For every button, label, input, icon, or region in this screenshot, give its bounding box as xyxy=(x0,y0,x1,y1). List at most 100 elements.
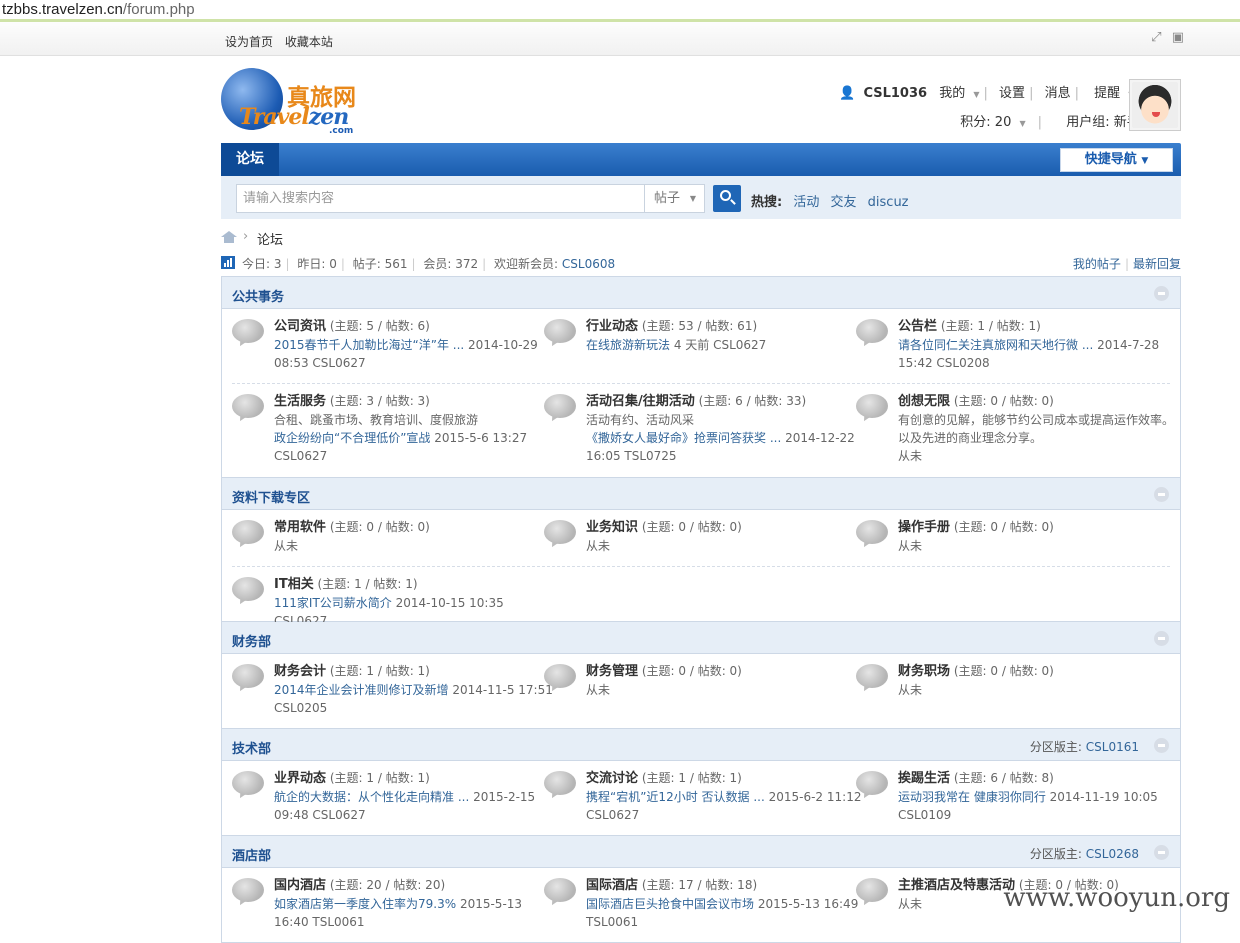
latest-replies-link[interactable]: 最新回复 xyxy=(1133,257,1181,271)
address-domain: tzbbs.travelzen.cn xyxy=(2,1,123,18)
hot-search-link[interactable]: discuz xyxy=(868,195,909,210)
last-post-link[interactable]: 政企纷纷向“不合理低价”宣战 xyxy=(274,431,430,445)
bookmark-link[interactable]: 收藏本站 xyxy=(285,35,333,49)
forum-name-link[interactable]: 行业动态 xyxy=(586,319,638,334)
moderator-link[interactable]: CSL0268 xyxy=(1086,847,1139,861)
forum-name-link[interactable]: 国内酒店 xyxy=(274,878,326,893)
stat-welcome: 欢迎新会员: xyxy=(494,257,562,271)
collapse-icon[interactable] xyxy=(1154,845,1169,860)
collapse-icon[interactable] xyxy=(1154,286,1169,301)
my-menu[interactable]: 我的 ▼ xyxy=(935,86,979,101)
main-nav: 论坛 快捷导航 ▼ xyxy=(221,143,1181,176)
speech-bubble-icon xyxy=(544,878,576,906)
forum-name-link[interactable]: 挨踢生活 xyxy=(898,771,950,786)
category-title[interactable]: 资料下载专区 xyxy=(232,487,310,506)
quick-nav-button[interactable]: 快捷导航 ▼ xyxy=(1060,148,1173,172)
search-type-select[interactable]: 帖子▼ xyxy=(644,184,705,213)
category-body: 公司资讯 (主题: 5 / 帖数: 6)2015春节千人加勒比海过“洋”年 ..… xyxy=(222,309,1180,478)
last-post-meta: 从未 xyxy=(586,539,610,553)
last-post: 2014年企业会计准则修订及新增 2014-11-5 17:51 CSL0205 xyxy=(274,681,554,717)
last-post: 航企的大数据：从个性化走向精准 ... 2015-2-15 09:48 CSL0… xyxy=(274,788,554,824)
color-theme-icon[interactable]: ▣ xyxy=(1172,30,1184,45)
forum-counts: (主题: 3 / 帖数: 3) xyxy=(330,394,430,408)
collapse-icon[interactable] xyxy=(1154,738,1169,753)
messages-link[interactable]: 消息 xyxy=(1045,86,1071,101)
avatar[interactable] xyxy=(1129,79,1181,131)
breadcrumb-current[interactable]: 论坛 xyxy=(257,229,283,248)
user-icon: 👤 xyxy=(839,86,855,101)
forum-name-link[interactable]: 业务知识 xyxy=(586,520,638,535)
search-button[interactable] xyxy=(713,185,741,212)
address-bar[interactable]: tzbbs.travelzen.cn/forum.php xyxy=(0,0,1240,22)
last-post-meta: 从未 xyxy=(898,683,922,697)
forum-row: 财务会计 (主题: 1 / 帖数: 1)2014年企业会计准则修订及新增 201… xyxy=(222,654,1180,728)
forum-name-link[interactable]: 公告栏 xyxy=(898,319,937,334)
forum-description: 活动有约、活动风采 xyxy=(586,411,866,429)
category-title[interactable]: 技术部 xyxy=(232,738,271,757)
last-post-link[interactable]: 携程“宕机”近12小时 否认数据 ... xyxy=(586,790,765,804)
moderator-link[interactable]: CSL0161 xyxy=(1086,740,1139,754)
forum-name-link[interactable]: 公司资讯 xyxy=(274,319,326,334)
last-post-link[interactable]: 国际酒店巨头抢食中国会议市场 xyxy=(586,897,754,911)
category-moderators: 分区版主: CSL0161 xyxy=(1030,738,1139,755)
category-title[interactable]: 财务部 xyxy=(232,631,271,650)
points-menu[interactable]: 积分: 20 ▼ xyxy=(956,115,1025,130)
hot-search-link[interactable]: 交友 xyxy=(831,195,857,210)
set-homepage-link[interactable]: 设为首页 xyxy=(225,35,273,49)
collapse-icon[interactable] xyxy=(1154,487,1169,502)
last-post-link[interactable]: 如家酒店第一季度入住率为79.3% xyxy=(274,897,456,911)
forum-name-link[interactable]: 常用软件 xyxy=(274,520,326,535)
settings-link[interactable]: 设置 xyxy=(999,86,1025,101)
tab-forum[interactable]: 论坛 xyxy=(221,143,279,176)
forum-row: IT相关 (主题: 1 / 帖数: 1)111家IT公司薪水简介 2014-10… xyxy=(222,567,1180,621)
last-post-link[interactable]: 在线旅游新玩法 xyxy=(586,338,670,352)
stat-yesterday: 昨日: 0 xyxy=(297,257,337,271)
search-bar: 请输入搜索内容 帖子▼ 热搜: 活动 交友 discuz xyxy=(221,176,1181,219)
forum-name-link[interactable]: 财务管理 xyxy=(586,664,638,679)
forum-name-link[interactable]: 交流讨论 xyxy=(586,771,638,786)
last-post-link[interactable]: 111家IT公司薪水简介 xyxy=(274,596,392,610)
speech-bubble-icon xyxy=(856,520,888,548)
forum-counts: (主题: 1 / 帖数: 1) xyxy=(642,771,742,785)
forum-name-link[interactable]: 操作手册 xyxy=(898,520,950,535)
category-header: 资料下载专区 xyxy=(222,478,1180,510)
speech-bubble-icon xyxy=(232,394,264,422)
collapse-icon[interactable] xyxy=(1154,631,1169,646)
last-post: 2015春节千人加勒比海过“洋”年 ... 2014-10-29 08:53 C… xyxy=(274,336,554,372)
reminders-menu[interactable]: 提醒 ▼ xyxy=(1090,86,1134,101)
category-title[interactable]: 公共事务 xyxy=(232,286,284,305)
category-moderators: 分区版主: CSL0268 xyxy=(1030,845,1139,862)
last-post-link[interactable]: 航企的大数据：从个性化走向精准 ... xyxy=(274,790,469,804)
forum-name-link[interactable]: IT相关 xyxy=(274,577,314,592)
speech-bubble-icon xyxy=(232,520,264,548)
forum-row: 业界动态 (主题: 1 / 帖数: 1) 航企的大数据：从个性化走向精准 ... … xyxy=(222,761,1180,835)
forum-name-link[interactable]: 国际酒店 xyxy=(586,878,638,893)
last-post-link[interactable]: 请各位同仁关注真旅网和天地行微 ... xyxy=(898,338,1093,352)
last-post-link[interactable]: 运动羽我常在 健康羽你同行 xyxy=(898,790,1046,804)
last-post-meta: 从未 xyxy=(898,449,922,463)
speech-bubble-icon xyxy=(856,664,888,692)
speech-bubble-icon xyxy=(544,664,576,692)
forum-name-link[interactable]: 财务会计 xyxy=(274,664,326,679)
hot-search-link[interactable]: 活动 xyxy=(793,195,819,210)
home-icon[interactable] xyxy=(221,231,236,243)
last-post: 运动羽我常在 健康羽你同行 2014-11-19 10:05 CSL0109 xyxy=(898,788,1178,824)
forum-counts: (主题: 17 / 帖数: 18) xyxy=(642,878,757,892)
last-post-link[interactable]: 2014年企业会计准则修订及新增 xyxy=(274,683,449,697)
last-post-link[interactable]: 2015春节千人加勒比海过“洋”年 ... xyxy=(274,338,464,352)
forum-name-link[interactable]: 活动召集/往期活动 xyxy=(586,394,695,409)
category-title[interactable]: 酒店部 xyxy=(232,845,271,864)
last-post-link[interactable]: 《撒娇女人最好命》抢票问答获奖 ... xyxy=(586,431,781,445)
fullscreen-icon[interactable]: ⤢ xyxy=(1151,30,1161,45)
search-input[interactable]: 请输入搜索内容 xyxy=(236,184,645,213)
forum-name-link[interactable]: 创想无限 xyxy=(898,394,950,409)
forum-name-link[interactable]: 业界动态 xyxy=(274,771,326,786)
forum-name-link[interactable]: 生活服务 xyxy=(274,394,326,409)
category-header: 公共事务 xyxy=(222,277,1180,309)
newest-member-link[interactable]: CSL0608 xyxy=(562,257,615,271)
forum-name-link[interactable]: 财务职场 xyxy=(898,664,950,679)
forum-name-link[interactable]: 主推酒店及特惠活动 xyxy=(898,878,1015,893)
my-posts-link[interactable]: 我的帖子 xyxy=(1073,257,1121,271)
forum-description: 有创意的见解，能够节约公司成本或提高运作效率。以及先进的商业理念分享。 xyxy=(898,411,1178,447)
username-link[interactable]: CSL1036 xyxy=(863,86,927,101)
